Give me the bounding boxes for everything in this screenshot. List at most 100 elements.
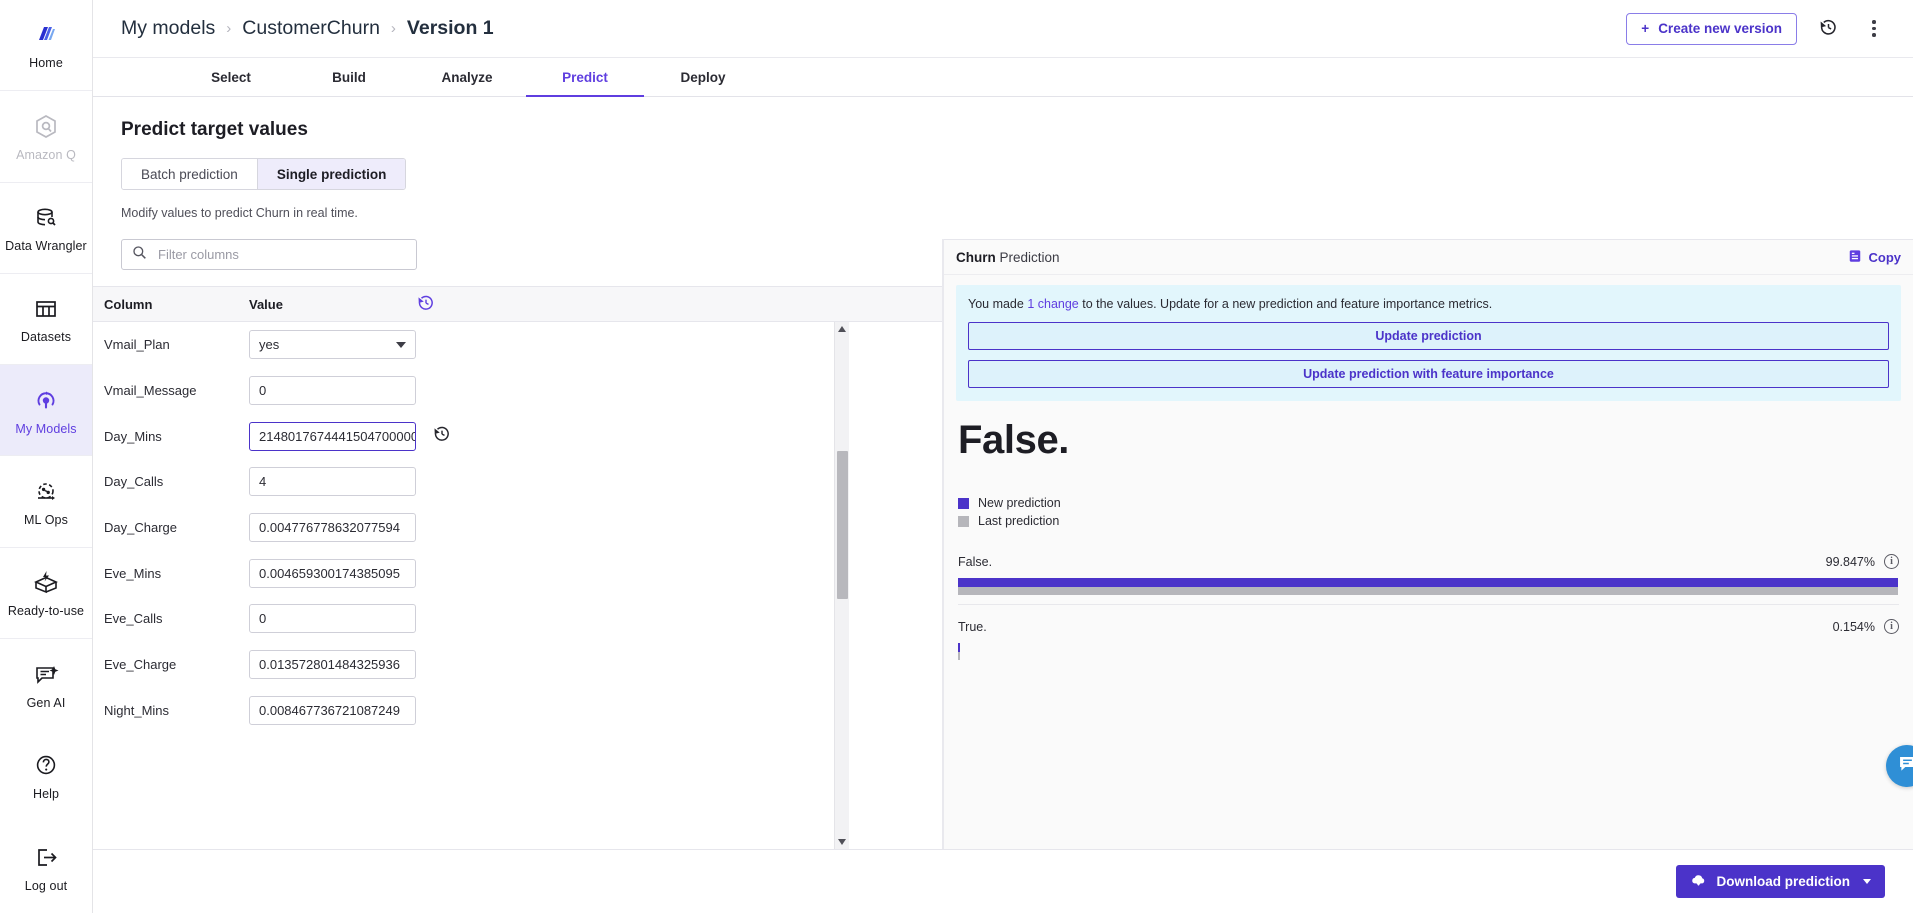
filter-columns-box[interactable] <box>121 239 417 270</box>
batch-prediction-tab[interactable]: Batch prediction <box>122 159 258 189</box>
bar-percent-wrap: 99.847% i <box>1826 554 1899 569</box>
table-row: Eve_Charge 0.013572801484325936 <box>93 642 942 688</box>
sidebar-item-gen-ai[interactable]: Gen AI <box>0 639 92 730</box>
breadcrumb-separator: › <box>226 20 232 37</box>
legend-item-new-prediction: New prediction <box>958 496 1901 510</box>
bar-new-prediction-true <box>958 643 960 652</box>
sidebar-item-help[interactable]: Help <box>0 730 92 821</box>
chevron-down-icon <box>1863 879 1871 884</box>
update-prediction-button[interactable]: Update prediction <box>968 322 1889 350</box>
sidebar-item-label: Log out <box>24 878 68 893</box>
day-mins-input[interactable]: 2148017674441504700000 <box>249 421 416 451</box>
row-value-cell: 0.013572801484325936 <box>249 650 416 680</box>
tab-label: Deploy <box>680 69 726 85</box>
legend-label: New prediction <box>978 496 1061 510</box>
bar-last-prediction-true <box>958 652 960 660</box>
tab-analyze[interactable]: Analyze <box>408 58 526 96</box>
gen-ai-icon <box>31 660 61 690</box>
night-mins-input[interactable]: 0.008467736721087249 <box>249 695 416 725</box>
download-prediction-button[interactable]: Download prediction <box>1675 865 1885 898</box>
breadcrumb-customerchurn[interactable]: CustomerChurn <box>242 17 380 40</box>
day-charge-input[interactable]: 0.004776778632077594 <box>249 513 416 543</box>
sidebar-item-my-models[interactable]: My Models <box>0 365 92 457</box>
bar-new-prediction-false <box>958 578 1898 587</box>
tab-select[interactable]: Select <box>172 58 290 96</box>
sidebar-item-datasets[interactable]: Datasets <box>0 274 92 366</box>
row-value-cell: yes <box>249 330 416 360</box>
bar-header-true: True. 0.154% i <box>958 619 1899 634</box>
tab-predict[interactable]: Predict <box>526 58 644 97</box>
changes-link[interactable]: 1 change <box>1027 297 1078 311</box>
filter-columns-input[interactable] <box>156 246 406 263</box>
row-column-name: Eve_Calls <box>104 611 163 627</box>
select-value: yes <box>259 337 280 353</box>
sidebar-item-ml-ops[interactable]: ML Ops <box>0 456 92 548</box>
eve-mins-input[interactable]: 0.004659300174385095 <box>249 558 416 588</box>
create-new-version-button[interactable]: + Create new version <box>1626 12 1797 45</box>
info-icon[interactable]: i <box>1884 554 1899 569</box>
my-models-icon <box>31 386 61 416</box>
vmail-plan-select[interactable]: yes <box>249 330 416 360</box>
scrollbar-up-button[interactable] <box>835 322 849 336</box>
bar-category-label: True. <box>958 619 987 634</box>
data-wrangler-icon <box>31 203 61 233</box>
sidebar-item-ready-to-use[interactable]: Ready-to-use <box>0 548 92 640</box>
copy-button[interactable]: Copy <box>1848 249 1901 266</box>
update-prediction-feature-importance-button[interactable]: Update prediction with feature importanc… <box>968 360 1889 388</box>
page-header: Predict target values Batch prediction S… <box>93 97 1913 220</box>
header-column: Column <box>104 296 153 312</box>
workflow-tabs: Select Build Analyze Predict Deploy <box>93 58 1913 97</box>
vmail-message-input[interactable]: 0 <box>249 376 416 406</box>
revert-all-button[interactable] <box>416 293 476 316</box>
sidebar-item-label: Gen AI <box>26 695 66 710</box>
table-row: Vmail_Message 0 <box>93 368 942 414</box>
day-calls-input[interactable]: 4 <box>249 467 416 497</box>
copy-icon <box>1848 249 1862 266</box>
row-value-cell: 4 <box>249 467 416 497</box>
scrollbar-down-button[interactable] <box>835 835 849 849</box>
scrollbar-track[interactable] <box>835 336 849 835</box>
history-revert-icon <box>1818 17 1839 41</box>
row-column-name: Day_Charge <box>104 520 177 536</box>
prediction-target-name: Churn <box>956 249 996 265</box>
sidebar-item-data-wrangler[interactable]: Data Wrangler <box>0 183 92 274</box>
breadcrumb-separator: › <box>390 20 396 37</box>
main-area: My models › CustomerChurn › Version 1 + … <box>93 0 1913 913</box>
breadcrumb-my-models[interactable]: My models <box>121 17 215 40</box>
row-value-cell: 0 <box>249 604 416 634</box>
sidebar-item-home[interactable]: Home <box>0 0 92 92</box>
version-history-button[interactable] <box>1813 14 1843 44</box>
logout-icon <box>31 843 61 873</box>
sidebar-item-label: Help <box>32 787 60 802</box>
chart-legend: New prediction Last prediction <box>958 496 1901 528</box>
legend-swatch-last <box>958 515 969 527</box>
header-value: Value <box>249 296 283 312</box>
left-sidebar: Home Amazon Q Data Wrangler Datasets My … <box>0 0 93 913</box>
page-title: Predict target values <box>121 119 308 140</box>
tab-build[interactable]: Build <box>290 58 408 96</box>
info-icon[interactable]: i <box>1884 619 1899 634</box>
bar-percent-value: 99.847% <box>1825 554 1875 569</box>
prediction-mode-toggle: Batch prediction Single prediction <box>121 158 407 190</box>
probability-bars: False. 99.847% i True. 0.154% i <box>956 554 1901 669</box>
row-actions <box>416 424 476 449</box>
row-value-cell: 0.004659300174385095 <box>249 558 416 588</box>
eve-calls-input[interactable]: 0 <box>249 604 416 634</box>
sidebar-item-amazon-q[interactable]: Amazon Q <box>0 91 92 183</box>
notice-prefix: You made <box>968 297 1028 311</box>
columns-pane: Column Value <box>93 239 943 849</box>
bar-group-false: False. 99.847% i <box>958 554 1899 604</box>
row-value-cell: 2148017674441504700000 <box>249 421 416 451</box>
scrollbar-thumb[interactable] <box>837 451 848 599</box>
single-prediction-tab[interactable]: Single prediction <box>257 159 406 189</box>
eve-charge-input[interactable]: 0.013572801484325936 <box>249 650 416 680</box>
kebab-menu-button[interactable] <box>1859 14 1889 44</box>
columns-scrollbar[interactable] <box>834 322 849 849</box>
page-hint: Modify values to predict Churn in real t… <box>121 206 358 220</box>
table-row: Day_Mins 2148017674441504700000 <box>93 413 942 459</box>
table-row: Vmail_Plan yes <box>93 322 942 368</box>
columns-table-body: Vmail_Plan yes Vmail_Message 0 Day_Mins … <box>93 322 942 849</box>
row-revert-icon[interactable] <box>432 424 452 449</box>
sidebar-item-log-out[interactable]: Log out <box>0 822 92 913</box>
tab-deploy[interactable]: Deploy <box>644 58 762 96</box>
